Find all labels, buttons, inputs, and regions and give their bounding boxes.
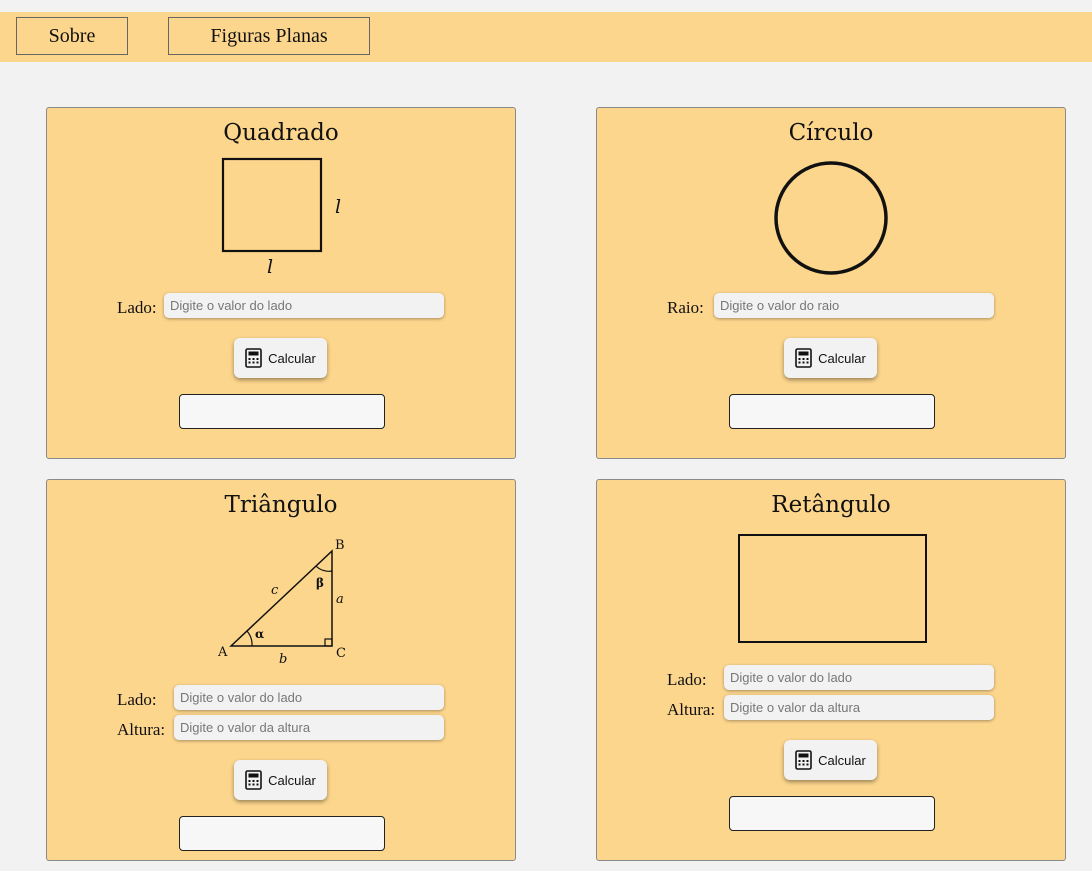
alpha-arc: [246, 630, 253, 647]
calculator-icon: [245, 348, 262, 368]
rectangle-shape: [738, 534, 927, 643]
circle-calculate-button[interactable]: Calcular: [784, 338, 877, 378]
square-side-mark-right: l: [335, 196, 341, 218]
calculator-icon: [245, 770, 262, 790]
beta-label: β: [316, 576, 324, 590]
rectangle-title: Retângulo: [771, 492, 891, 518]
side-c-label: c: [271, 583, 279, 598]
alpha-label: α: [255, 627, 264, 641]
triangle-side-input[interactable]: [174, 685, 444, 710]
top-nav: Sobre Figuras Planas: [0, 12, 1092, 62]
circle-shape: [774, 161, 888, 275]
circle-radius-input[interactable]: [714, 293, 994, 318]
vertex-b-label: B: [335, 538, 345, 553]
calculate-label: Calcular: [818, 350, 866, 366]
calculator-icon: [795, 348, 812, 368]
rectangle-height-label: Altura:: [667, 700, 716, 719]
rectangle-card: Retângulo Lado: Altura: Calcular: [596, 479, 1066, 861]
calculate-label: Calcular: [268, 772, 316, 788]
square-result: [179, 394, 385, 429]
rectangle-diagram: [738, 534, 927, 643]
rectangle-result: [729, 796, 935, 831]
square-title: Quadrado: [223, 120, 339, 146]
square-shape: [221, 157, 323, 253]
square-calculate-button[interactable]: Calcular: [234, 338, 327, 378]
beta-arc: [315, 565, 333, 572]
rectangle-height-input[interactable]: [724, 695, 994, 720]
vertex-a-label: A: [217, 645, 228, 660]
triangle-height-label: Altura:: [117, 720, 166, 739]
square-diagram: l l: [221, 157, 341, 278]
square-card: Quadrado l l Lado: Calcular: [46, 107, 516, 459]
triangle-diagram: A B C a b c α β: [217, 538, 346, 667]
right-angle-mark: [324, 638, 333, 647]
square-side-input[interactable]: [164, 293, 444, 318]
circle-title: Círculo: [788, 120, 874, 146]
square-side-mark-bottom: l: [267, 256, 273, 278]
nav-about-button[interactable]: Sobre: [16, 17, 128, 55]
triangle-card: Triângulo A B C a b c α β Lado: Altura: …: [46, 479, 516, 861]
circle-diagram: [774, 161, 888, 275]
side-b-label: b: [279, 652, 287, 667]
triangle-height-input[interactable]: [174, 715, 444, 740]
triangle-shape: [229, 549, 333, 647]
rectangle-side-label: Lado:: [667, 670, 707, 689]
circle-radius-label: Raio:: [667, 298, 704, 317]
rectangle-side-input[interactable]: [724, 665, 994, 690]
triangle-calculate-button[interactable]: Calcular: [234, 760, 327, 800]
calculate-label: Calcular: [268, 350, 316, 366]
rectangle-calculate-button[interactable]: Calcular: [784, 740, 877, 780]
circle-result: [729, 394, 935, 429]
nav-plane-figures-button[interactable]: Figuras Planas: [168, 17, 370, 55]
vertex-c-label: C: [336, 646, 346, 661]
side-a-label: a: [336, 592, 344, 607]
circle-card: Círculo Raio: Calcular: [596, 107, 1066, 459]
square-side-label: Lado:: [117, 298, 157, 317]
triangle-result: [179, 816, 385, 851]
calculate-label: Calcular: [818, 752, 866, 768]
calculator-icon: [795, 750, 812, 770]
triangle-title: Triângulo: [224, 492, 338, 518]
triangle-side-label: Lado:: [117, 690, 157, 709]
